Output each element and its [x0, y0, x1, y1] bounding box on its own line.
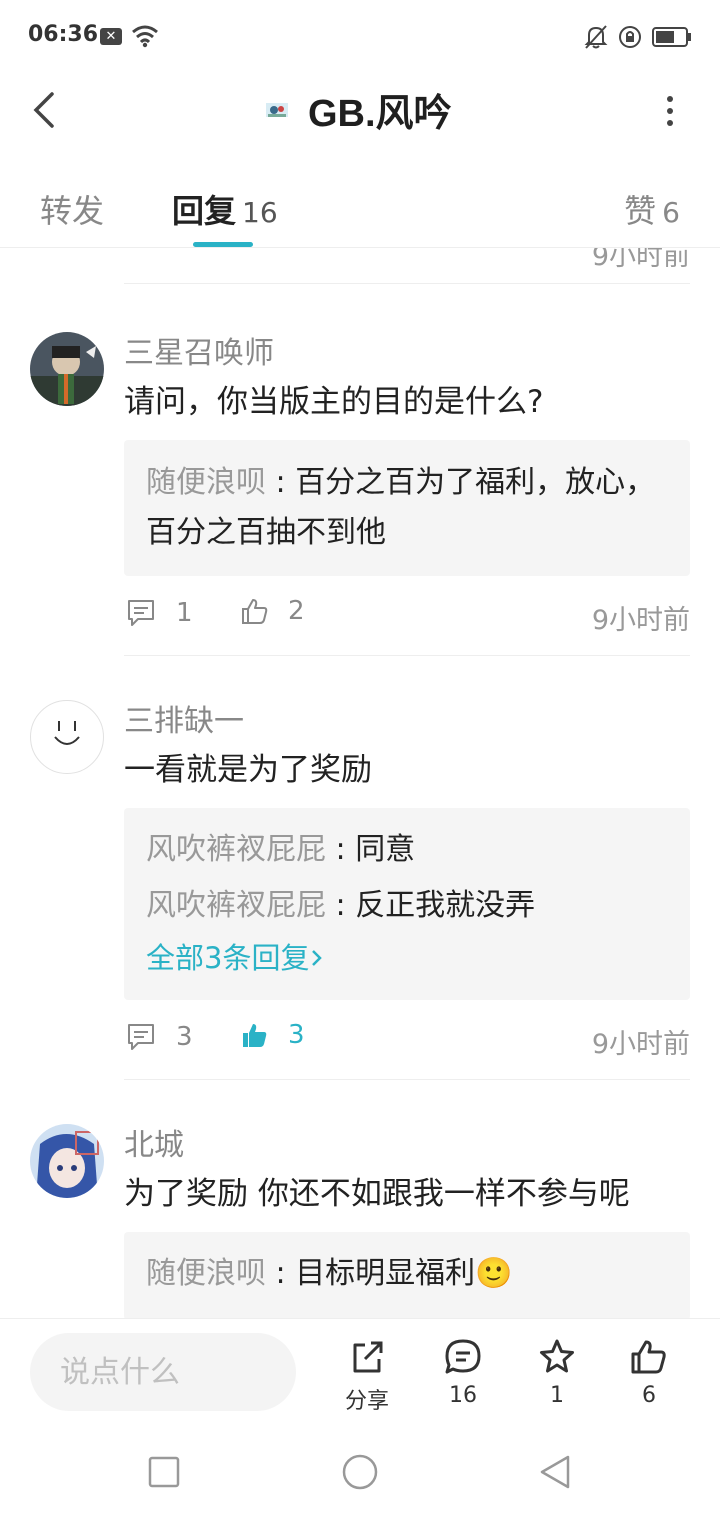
- tab-active-indicator: [193, 242, 253, 247]
- home-button[interactable]: [340, 1454, 380, 1498]
- default-smile-avatar-icon: [54, 721, 80, 745]
- share-button[interactable]: 分享: [332, 1337, 402, 1415]
- mute-bell-icon: [584, 24, 608, 54]
- reply-author[interactable]: 随便浪呗: [146, 1256, 266, 1291]
- comment-count: 16: [449, 1383, 477, 1408]
- title-wrap: GB.风吟: [262, 82, 452, 137]
- view-all-replies-link[interactable]: 全部3条回复: [146, 934, 670, 982]
- reply-separator: :: [326, 832, 356, 867]
- tab-like-count: 6: [662, 196, 680, 229]
- recents-button[interactable]: [146, 1454, 182, 1494]
- status-time: 06:36: [28, 22, 99, 47]
- more-dot-icon: [667, 120, 673, 126]
- thumbs-up-icon: [631, 1340, 666, 1374]
- tab-like-label: 赞: [624, 192, 657, 230]
- thumbs-up-icon: [242, 599, 268, 624]
- more-dot-icon: [667, 108, 673, 114]
- tab-reply-label: 回复: [172, 192, 237, 230]
- comment-time: 9小时前: [591, 605, 690, 636]
- comment-input[interactable]: [30, 1333, 296, 1411]
- back-button[interactable]: [28, 90, 64, 130]
- share-icon: [353, 1341, 383, 1373]
- reply-line: 随便浪呗 : 百分之百为了福利，放心，百分之百抽不到他: [146, 458, 670, 558]
- notification-x-icon: ✕: [100, 28, 122, 45]
- wifi-icon: [130, 24, 160, 52]
- reply-separator: :: [266, 465, 296, 500]
- tab-forward[interactable]: 转发: [40, 186, 104, 232]
- rotation-lock-icon: [618, 25, 642, 53]
- battery-icon: [652, 26, 692, 52]
- like-count: 3: [288, 1020, 305, 1050]
- bottom-action-bar: 分享 16 1 6: [0, 1318, 720, 1428]
- comment-text: 为了奖励 你还不如跟我一样不参与呢: [124, 1176, 630, 1212]
- comment-username[interactable]: 三星召唤师: [124, 328, 690, 372]
- reply-author[interactable]: 随便浪呗: [146, 465, 266, 500]
- reply-author[interactable]: 风吹裤衩屁屁: [146, 888, 326, 923]
- reply-line: 风吹裤衩屁屁 : 反正我就没弄: [146, 878, 670, 934]
- reply-count: 1: [176, 598, 193, 628]
- reply-separator: :: [326, 888, 356, 923]
- comment-text: 一看就是为了奖励: [124, 752, 372, 788]
- chevron-right-icon: [312, 950, 323, 966]
- thumbs-up-filled-icon: [243, 1024, 267, 1047]
- comment-text: 请问，你当版主的目的是什么?: [124, 384, 544, 420]
- star-icon: [540, 1339, 574, 1373]
- reply-line: 随便浪呗 : 目标明显福利🙂: [146, 1246, 670, 1302]
- like-button[interactable]: 6: [614, 1337, 684, 1408]
- comment-time: 9小时前: [591, 1029, 690, 1060]
- back-nav-button[interactable]: [536, 1454, 576, 1498]
- more-dot-icon: [667, 96, 673, 102]
- comment-footer: 3 3 9小时前: [124, 1000, 690, 1080]
- like-action[interactable]: 2: [240, 596, 305, 626]
- tab-like[interactable]: 赞6: [624, 186, 680, 232]
- system-nav-bar: [0, 1428, 720, 1520]
- comment-button[interactable]: 16: [428, 1337, 498, 1408]
- reply-action[interactable]: 1: [126, 598, 193, 628]
- reply-text: 目标明显福利🙂: [295, 1256, 513, 1291]
- comment-footer: 1 2 9小时前: [124, 576, 690, 656]
- avatar[interactable]: [30, 1124, 104, 1198]
- tabs: 转发 回复 16 赞6: [0, 170, 720, 248]
- like-action[interactable]: 3: [240, 1020, 305, 1050]
- avatar[interactable]: [30, 332, 104, 406]
- avatar[interactable]: [30, 700, 104, 774]
- comment-body: 三星召唤师 请问，你当版主的目的是什么? 随便浪呗 : 百分之百为了福利，放心，…: [124, 328, 690, 656]
- circle-icon: [342, 1454, 378, 1490]
- comment-bubble-icon: [128, 1024, 154, 1050]
- page-title: GB.风吟: [308, 93, 452, 135]
- forum-logo-icon: [262, 94, 292, 125]
- reply-text: 同意: [355, 832, 416, 867]
- reply-separator: :: [266, 1256, 296, 1291]
- more-menu-button[interactable]: [664, 96, 676, 126]
- reply-author[interactable]: 风吹裤衩屁屁: [146, 832, 326, 867]
- reply-box[interactable]: 随便浪呗 : 百分之百为了福利，放心，百分之百抽不到他: [124, 440, 690, 576]
- status-bar: 06:36 ✕: [0, 0, 720, 72]
- reply-count: 3: [176, 1022, 193, 1052]
- comment-icon: [445, 1339, 481, 1374]
- tab-forward-label: 转发: [40, 192, 105, 230]
- favorite-count: 1: [550, 1383, 564, 1408]
- comment-username[interactable]: 三排缺一: [124, 696, 690, 740]
- back-chevron-icon: [33, 92, 54, 128]
- reply-box[interactable]: 随便浪呗 : 目标明显福利🙂: [124, 1232, 690, 1320]
- view-all-replies-label: 全部3条回复: [146, 941, 310, 975]
- like-count: 2: [288, 596, 305, 626]
- tab-reply-count: 16: [242, 196, 278, 229]
- header: GB.风吟: [0, 72, 720, 148]
- square-icon: [148, 1456, 180, 1488]
- like-count: 6: [642, 1383, 656, 1408]
- comment-body: 北城 为了奖励 你还不如跟我一样不参与呢 随便浪呗 : 目标明显福利🙂: [124, 1120, 690, 1320]
- favorite-button[interactable]: 1: [522, 1337, 592, 1408]
- comment-bubble-icon: [128, 600, 154, 626]
- reply-action[interactable]: 3: [126, 1022, 193, 1052]
- reply-line: 风吹裤衩屁屁 : 同意: [146, 822, 670, 878]
- reply-text: 反正我就没弄: [355, 888, 536, 923]
- reply-box[interactable]: 风吹裤衩屁屁 : 同意 风吹裤衩屁屁 : 反正我就没弄 全部3条回复: [124, 808, 690, 1000]
- comment-username[interactable]: 北城: [124, 1120, 690, 1164]
- triangle-back-icon: [540, 1455, 570, 1489]
- comment-body: 三排缺一 一看就是为了奖励 风吹裤衩屁屁 : 同意 风吹裤衩屁屁 : 反正我就没…: [124, 696, 690, 1080]
- share-label: 分享: [344, 1389, 389, 1414]
- tab-reply[interactable]: 回复 16: [172, 186, 278, 232]
